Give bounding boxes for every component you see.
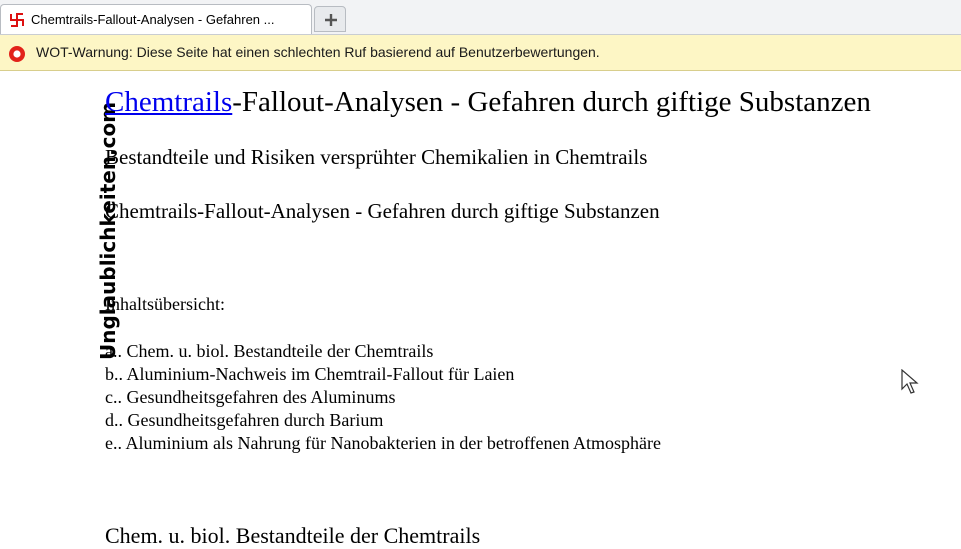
wot-warning-bar: WOT-Warnung: Diese Seite hat einen schle…: [0, 35, 961, 71]
table-of-contents: a.. Chem. u. biol. Bestandteile der Chem…: [105, 340, 661, 455]
browser-tab[interactable]: Chemtrails-Fallout-Analysen - Gefahren .…: [0, 4, 312, 34]
wot-warning-text: WOT-Warnung: Diese Seite hat einen schle…: [36, 44, 600, 60]
site-brand: Unglaublichkeiten.com: [70, 84, 120, 362]
plus-icon: [325, 14, 337, 26]
toc-item: c.. Gesundheitsgefahren des Aluminums: [105, 387, 396, 407]
tab-bar: Chemtrails-Fallout-Analysen - Gefahren .…: [0, 0, 961, 35]
wot-warning-icon[interactable]: [8, 45, 26, 63]
toc-label: Inhaltsübersicht:: [105, 294, 225, 314]
subtitle-primary: Bestandteile und Risiken versprühter Che…: [105, 145, 648, 169]
mouse-cursor-icon: [901, 368, 919, 400]
site-brand-text: Unglaublichkeiten.com: [96, 101, 120, 360]
section-heading: Chem. u. biol. Bestandteile der Chemtrai…: [105, 523, 481, 548]
new-tab-button[interactable]: [314, 6, 346, 32]
toc-item: e.. Aluminium als Nahrung für Nanobakter…: [105, 433, 662, 453]
subtitle-secondary: Chemtrails-Fallout-Analysen - Gefahren d…: [105, 199, 660, 223]
toc-item: b.. Aluminium-Nachweis im Chemtrail-Fall…: [105, 364, 515, 384]
swastika-favicon-icon: [9, 12, 25, 28]
tab-title: Chemtrails-Fallout-Analysen - Gefahren .…: [31, 12, 275, 27]
toc-item: a.. Chem. u. biol. Bestandteile der Chem…: [105, 341, 434, 361]
toc-item: d.. Gesundheitsgefahren durch Barium: [105, 410, 384, 430]
chemtrails-link[interactable]: Chemtrails: [105, 86, 232, 118]
page-title-rest: -Fallout-Analysen - Gefahren durch gifti…: [232, 86, 871, 118]
page-title: Chemtrails-Fallout-Analysen - Gefahren d…: [105, 86, 871, 119]
